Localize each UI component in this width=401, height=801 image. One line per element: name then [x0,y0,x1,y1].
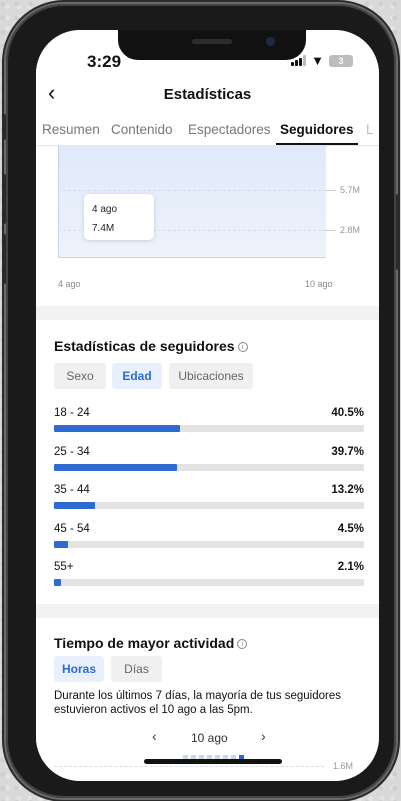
wifi-icon: ▼ [311,53,324,68]
tab-espectadores[interactable]: Espectadores [188,122,271,137]
age-percentage: 40.5% [331,407,364,419]
filter-ubicaciones[interactable]: Ubicaciones [169,363,253,389]
chevron-left-icon[interactable]: ‹ [152,728,157,744]
age-bar-track [54,502,364,509]
chart-tooltip: 4 ago 7.4M [84,194,154,240]
y-tick-label: 2.8M [340,225,361,235]
followers-chart-card: 5.7M 2.8M 4 ago 10 ago 4 ago 7.4M [36,146,379,306]
chart-gridline [54,766,324,767]
volume-down-button [2,234,6,284]
tab-seguidores[interactable]: Seguidores [280,122,354,137]
chart-gridline [326,190,336,191]
age-row: 25 - 34 39.7% [54,446,364,476]
nav-bar: ‹ Estadísticas [36,74,379,114]
tab-lives-partial[interactable]: L [366,122,374,137]
section-title: Estadísticas de seguidores i [54,338,248,354]
age-row: 45 - 54 4.5% [54,523,364,553]
age-label: 18 - 24 [54,407,90,419]
y-tick-label: 5.7M [340,185,361,195]
age-bar-fill [54,502,95,509]
status-icons: ▼ 3 [291,54,353,67]
age-bar-fill [54,540,68,548]
activity-date: 10 ago [191,731,228,745]
filter-dias[interactable]: Días [111,656,162,682]
info-icon[interactable]: i [237,639,248,650]
y-tick-label: 1.6M [333,761,354,771]
age-bar-fill [54,425,180,432]
tab-contenido[interactable]: Contenido [111,122,173,137]
age-bar-track [54,540,364,548]
screen: 3:29 ▼ 3 ‹ Estadísticas Resumen Contenid… [36,30,379,781]
chevron-right-icon[interactable]: › [261,728,266,744]
age-bar-track [54,579,364,586]
notch [118,30,306,60]
tooltip-value: 7.4M [92,223,115,234]
active-tab-indicator [276,143,358,145]
peak-activity-card: Tiempo de mayor actividad i Horas Días Du… [36,618,379,781]
age-row: 55+ 2.1% [54,561,364,591]
mute-switch [2,114,6,140]
age-row: 35 - 44 13.2% [54,484,364,514]
chart-gridline [326,230,336,231]
chart-gridline [58,190,326,191]
tooltip-date: 4 ago [92,204,118,215]
battery-icon: 3 [329,54,353,67]
x-tick-label: 10 ago [305,279,333,289]
age-percentage: 39.7% [331,445,364,458]
age-bar-track [54,425,364,432]
volume-up-button [2,174,6,224]
front-camera [266,37,275,46]
status-time: 3:29 [87,52,122,71]
age-percentage: 13.2% [331,484,364,496]
speaker [192,39,232,44]
activity-description: Durante los últimos 7 días, la mayoría d… [54,690,342,716]
home-indicator [144,759,282,764]
follower-stats-card: Estadísticas de seguidores i Sexo Edad Ub… [36,320,379,604]
activity-title: Tiempo de mayor actividad [54,635,235,651]
filter-horas[interactable]: Horas [54,656,104,682]
age-bar-track [54,463,364,471]
age-label: 55+ [54,561,74,573]
filter-sexo[interactable]: Sexo [54,363,106,389]
follower-stats-title: Estadísticas de seguidores [54,338,235,354]
age-label: 35 - 44 [54,484,90,496]
age-label: 25 - 34 [54,445,90,458]
age-bar-fill [54,463,178,471]
info-icon[interactable]: i [237,342,248,353]
age-row: 18 - 24 40.5% [54,407,364,437]
power-button [396,194,400,270]
section-title: Tiempo de mayor actividad i [54,635,248,651]
page-title: Estadísticas [163,86,252,103]
age-bar-fill [54,579,61,586]
age-percentage: 2.1% [337,561,364,573]
age-percentage: 4.5% [337,522,364,535]
age-label: 45 - 54 [54,522,90,535]
filter-edad[interactable]: Edad [112,363,162,389]
x-tick-label: 4 ago [58,279,81,289]
tab-bar: Resumen Contenido Espectadores Seguidore… [36,114,379,146]
phone-frame: 3:29 ▼ 3 ‹ Estadísticas Resumen Contenid… [2,4,400,798]
tab-resumen[interactable]: Resumen [42,122,100,137]
